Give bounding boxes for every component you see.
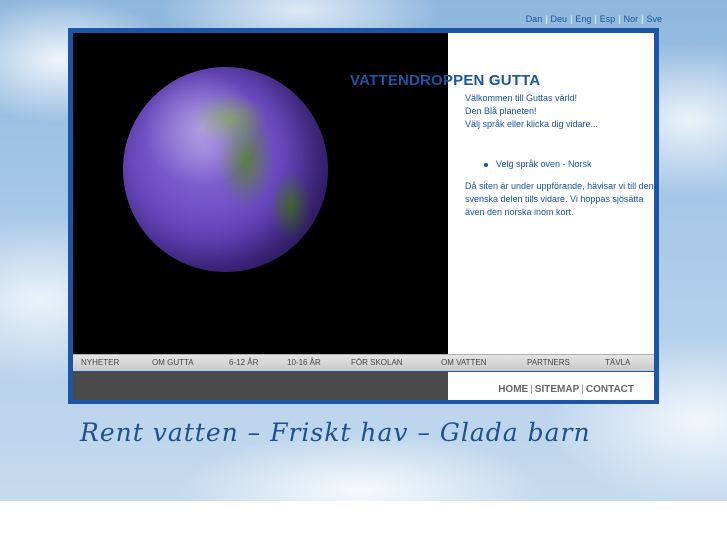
lang-deu[interactable]: Deu	[551, 14, 568, 24]
nav-item-partners[interactable]: PARTNERS	[527, 358, 570, 367]
nav-item-om-gutta[interactable]: OM GUTTA	[152, 358, 194, 367]
sitemap-link[interactable]: SITEMAP	[535, 384, 579, 395]
lang-eng[interactable]: Eng	[575, 14, 591, 24]
nav-item-for-skolan[interactable]: FÖR SKOLAN	[351, 358, 403, 367]
bullet-text: Velg språk oven - Norsk	[496, 159, 592, 169]
intro-line-1: Välkommen till Guttas värld!	[465, 93, 578, 103]
nav-item-nyheter[interactable]: NYHETER	[81, 358, 119, 367]
main-nav: NYHETER OM GUTTA 6-12 ÅR 10-16 ÅR FÖR SK…	[73, 354, 654, 371]
footer-dark-panel	[73, 372, 448, 400]
nav-item-om-vatten[interactable]: OM VATTEN	[441, 358, 486, 367]
intro-line-3: Välj språk eller klicka dig vidare...	[465, 119, 599, 129]
lang-nor[interactable]: Nor	[624, 14, 639, 24]
contact-link[interactable]: CONTACT	[586, 384, 634, 395]
site-title: VATTENDROPPEN GUTTA	[350, 72, 541, 89]
footer-separator: |	[530, 384, 533, 395]
construction-note: Då siten är under uppförande, hävisar vi…	[465, 181, 654, 217]
nav-item-6-12[interactable]: 6-12 ÅR	[229, 358, 258, 367]
lang-separator: |	[641, 14, 644, 24]
footer-separator: |	[581, 384, 584, 395]
lang-sve[interactable]: Sve	[646, 14, 662, 24]
bullet-icon	[484, 162, 488, 167]
lang-separator: |	[594, 14, 597, 24]
earth-globe-image	[123, 67, 328, 272]
lang-separator: |	[545, 14, 548, 24]
lang-separator: |	[570, 14, 573, 24]
intro-line-2: Den Blå planeten!	[465, 106, 537, 116]
language-bullet: Velg språk oven - Norsk	[484, 159, 592, 169]
nav-item-10-16[interactable]: 10-16 ÅR	[287, 358, 321, 367]
nav-item-tavla[interactable]: TÄVLA	[605, 358, 630, 367]
lang-dan[interactable]: Dan	[526, 14, 543, 24]
home-link[interactable]: HOME	[498, 384, 528, 395]
lang-esp[interactable]: Esp	[600, 14, 616, 24]
intro-text: Välkommen till Guttas värld! Den Blå pla…	[465, 92, 655, 131]
slogan: Rent vatten – Friskt hav – Glada barn	[80, 418, 591, 447]
language-selector: Dan | Deu | Eng | Esp | Nor | Sve	[526, 14, 662, 24]
footer-links: HOME | SITEMAP | CONTACT	[498, 384, 634, 395]
lang-separator: |	[618, 14, 621, 24]
